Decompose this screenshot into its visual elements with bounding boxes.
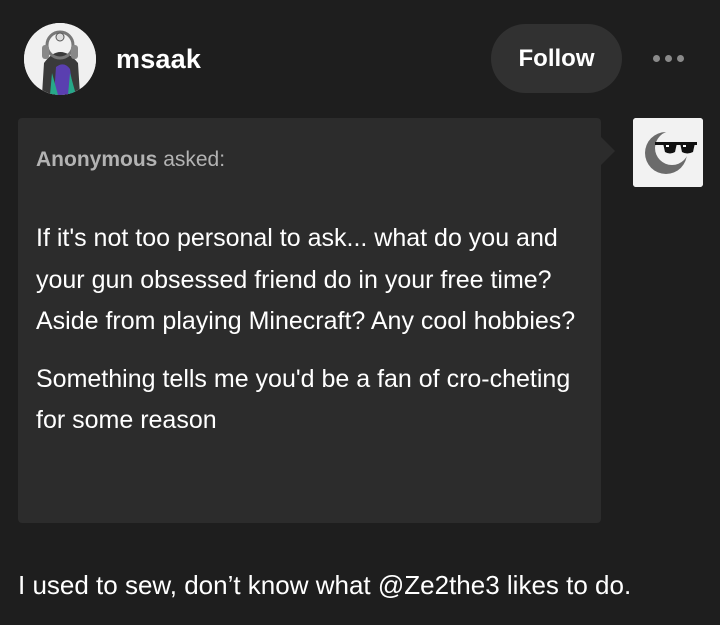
anonymous-avatar xyxy=(633,118,703,187)
ellipsis-icon xyxy=(676,54,684,62)
avatar-image xyxy=(24,23,96,95)
sunglasses-moon-icon xyxy=(633,118,703,187)
asker-name: Anonymous xyxy=(36,148,158,171)
ellipsis-icon xyxy=(652,54,660,62)
user-avatar[interactable] xyxy=(24,23,96,95)
question-paragraph: Something tells me you'd be a fan of cro… xyxy=(36,364,571,435)
question-text: If it's not too personal to ask... what … xyxy=(36,218,586,458)
post-card: msaak Follow Anonymous asked: If it's no… xyxy=(0,0,720,625)
follow-button[interactable]: Follow xyxy=(491,24,622,93)
ellipsis-icon xyxy=(664,54,672,62)
username[interactable]: msaak xyxy=(116,44,201,75)
asked-label: asked: xyxy=(163,148,226,171)
post-header: msaak Follow xyxy=(0,0,720,116)
asker-line: Anonymous asked: xyxy=(36,148,225,172)
question-paragraph: If it's not too personal to ask... what … xyxy=(36,224,576,335)
answer-text: I used to sew, don’t know what @Ze2the3 … xyxy=(18,570,632,600)
ask-bubble: Anonymous asked: If it's not too persona… xyxy=(18,118,615,523)
more-options-button[interactable] xyxy=(640,40,696,76)
